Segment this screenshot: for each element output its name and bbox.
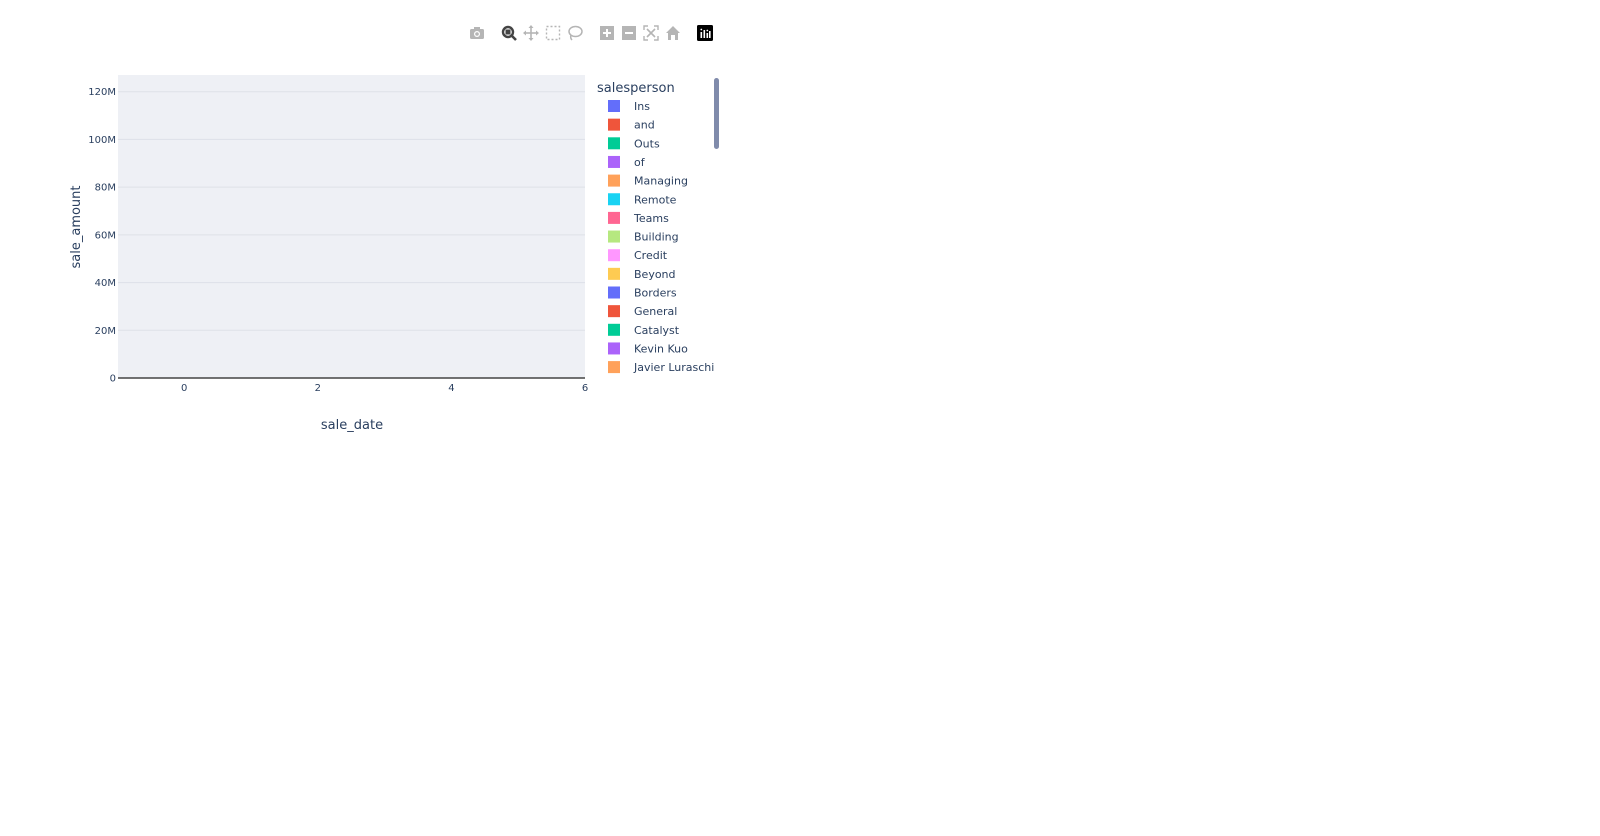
legend-item[interactable]: Kevin Kuo [608, 342, 688, 355]
modebar [466, 23, 726, 43]
y-tick-label: 80M [95, 183, 116, 194]
y-tick-label: 0 [110, 374, 116, 385]
legend-swatch [608, 155, 620, 168]
legend-swatch [608, 249, 620, 262]
zoom-in-icon[interactable] [596, 23, 618, 43]
legend-swatch [608, 305, 620, 318]
legend-item[interactable]: Beyond [608, 267, 676, 281]
legend-item[interactable]: of [608, 155, 646, 169]
pan-icon[interactable] [520, 23, 542, 43]
legend-label: General [634, 305, 677, 318]
legend-label: and [634, 119, 655, 132]
legend-swatch [608, 100, 620, 112]
y-axis-ticks: 0 20M 40M 60M 80M 100M 120M [88, 87, 116, 384]
legend-scrollbar[interactable] [714, 78, 719, 149]
legend-label: Beyond [634, 268, 676, 281]
y-tick-label: 100M [88, 135, 116, 146]
legend-label: Teams [633, 212, 669, 225]
chart: 0 20M 40M 60M 80M 100M 120M 0 2 4 6 sale_date sal… [69, 75, 714, 433]
legend-item[interactable]: Ins [608, 100, 650, 113]
legend-swatch [608, 174, 620, 187]
x-tick-label: 6 [582, 383, 588, 394]
autoscale-icon[interactable] [640, 23, 662, 43]
box-select-icon[interactable] [542, 23, 564, 43]
x-axis-ticks: 0 2 4 6 [181, 383, 588, 394]
x-tick-label: 4 [448, 383, 454, 394]
legend-swatch [608, 323, 620, 336]
legend-label: Managing [634, 175, 688, 188]
legend-label: Credit [634, 249, 668, 262]
reset-axes-icon[interactable] [662, 23, 684, 43]
legend-item[interactable]: and [608, 119, 655, 132]
x-tick-label: 0 [181, 383, 187, 394]
legend-item[interactable]: Catalyst [608, 323, 680, 337]
y-tick-label: 60M [95, 230, 116, 241]
legend-item[interactable]: Outs [608, 137, 660, 150]
legend-title: salesperson [597, 81, 675, 96]
legend-swatch [608, 118, 620, 131]
legend-swatch [608, 211, 620, 224]
legend-swatch [608, 342, 620, 355]
legend-label: Catalyst [634, 324, 680, 337]
legend-swatch [608, 230, 620, 243]
plotly-logo-icon[interactable] [694, 23, 716, 43]
legend-swatch [608, 137, 620, 150]
camera-icon[interactable] [466, 23, 488, 43]
y-tick-label: 120M [88, 87, 116, 98]
y-tick-label: 40M [95, 278, 116, 289]
y-axis-title: sale_amount [69, 185, 84, 268]
legend-item[interactable]: Managing [608, 174, 688, 188]
zoom-icon[interactable] [498, 23, 520, 43]
zoom-out-icon[interactable] [618, 23, 640, 43]
legend-item[interactable]: Building [608, 230, 679, 244]
legend-item[interactable]: Teams [608, 211, 669, 225]
legend-label: Kevin Kuo [634, 342, 688, 355]
y-tick-label: 20M [95, 326, 116, 337]
legend-swatch [608, 267, 620, 280]
legend-label: Javier Luraschi [633, 361, 714, 374]
legend-label: Ins [634, 100, 650, 113]
x-axis-title: sale_date [321, 418, 383, 433]
legend-item[interactable]: Credit [608, 249, 668, 262]
legend-swatch [608, 193, 620, 206]
legend-label: of [634, 156, 646, 169]
legend-label: Remote [634, 193, 677, 206]
legend-label: Borders [634, 287, 677, 300]
legend-item[interactable]: General [608, 305, 677, 318]
legend-item[interactable]: Remote [608, 193, 677, 206]
legend-item[interactable]: Javier Luraschi [608, 361, 714, 374]
legend-label: Outs [634, 137, 660, 150]
legend-swatch [608, 286, 620, 299]
legend-item[interactable]: Borders [608, 286, 677, 300]
plot-area[interactable] [118, 75, 585, 378]
lasso-select-icon[interactable] [564, 23, 586, 43]
x-tick-label: 2 [315, 383, 321, 394]
legend: Ins and Outs of Managing Remote Teams Building C… [608, 100, 714, 374]
legend-swatch [608, 361, 620, 374]
legend-label: Building [634, 231, 679, 244]
